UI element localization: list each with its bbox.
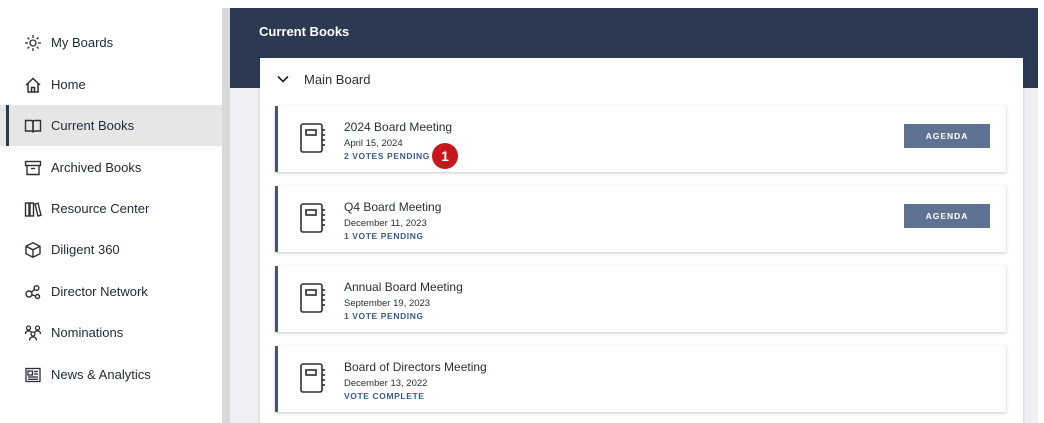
sidebar-item-home[interactable]: Home: [0, 64, 222, 105]
people-icon: [24, 324, 42, 342]
sidebar-item-nominations[interactable]: Nominations: [0, 312, 222, 353]
sidebar-item-director-network[interactable]: Director Network: [0, 271, 222, 312]
sidebar-item-news-analytics[interactable]: News & Analytics: [0, 354, 222, 395]
cube-icon: [24, 241, 42, 259]
sidebar-item-label: Director Network: [51, 284, 148, 299]
book-date: September 19, 2023: [344, 298, 431, 309]
book-title: Annual Board Meeting: [344, 280, 463, 294]
sidebar-item-my-boards[interactable]: My Boards: [0, 22, 222, 63]
callout-badge: 1: [432, 143, 458, 169]
book-title: Q4 Board Meeting: [344, 200, 442, 214]
book-open-icon: [24, 117, 42, 135]
home-icon: [24, 76, 42, 94]
notebook-icon: [299, 202, 327, 234]
notebook-icon: [299, 122, 327, 154]
book-card[interactable]: Annual Board Meeting September 19, 2023 …: [275, 266, 1006, 332]
sidebar-divider: [222, 8, 230, 423]
sidebar-item-label: Archived Books: [51, 160, 142, 175]
vote-status[interactable]: 2 VOTES PENDING: [344, 151, 430, 161]
vote-status[interactable]: 1 VOTE PENDING: [344, 231, 424, 241]
board-panel: Main Board 2024 Board Meeting April 15, …: [260, 58, 1023, 423]
my-boards-icon: [24, 34, 42, 52]
agenda-button[interactable]: AGENDA: [904, 204, 990, 228]
vote-status[interactable]: 1 VOTE PENDING: [344, 311, 424, 321]
sidebar: My Boards Home Current Books Archived Bo…: [0, 0, 222, 423]
book-card[interactable]: 2024 Board Meeting April 15, 2024 2 VOTE…: [275, 106, 1006, 172]
notebook-icon: [299, 282, 327, 314]
vote-status[interactable]: VOTE COMPLETE: [344, 391, 425, 401]
newspaper-icon: [24, 366, 42, 384]
sidebar-item-current-books[interactable]: Current Books: [0, 105, 222, 146]
book-date: April 15, 2024: [344, 138, 403, 149]
sidebar-item-label: My Boards: [51, 35, 114, 50]
library-icon: [24, 200, 42, 218]
sidebar-item-resource-center[interactable]: Resource Center: [0, 188, 222, 229]
archive-icon: [24, 159, 42, 177]
agenda-button[interactable]: AGENDA: [904, 124, 990, 148]
book-title: 2024 Board Meeting: [344, 120, 453, 134]
notebook-icon: [299, 362, 327, 394]
book-title: Board of Directors Meeting: [344, 360, 487, 374]
sidebar-item-label: Current Books: [51, 118, 135, 133]
sidebar-item-label: Diligent 360: [51, 242, 120, 257]
book-card[interactable]: Q4 Board Meeting December 11, 2023 1 VOT…: [275, 186, 1006, 252]
sidebar-item-label: Resource Center: [51, 201, 150, 216]
book-date: December 11, 2023: [344, 218, 427, 229]
group-header-main-board[interactable]: Main Board: [260, 58, 1023, 100]
sidebar-item-label: Home: [51, 77, 86, 92]
sidebar-item-label: Nominations: [51, 325, 124, 340]
group-title: Main Board: [304, 71, 371, 87]
chevron-down-icon[interactable]: [276, 72, 290, 86]
sidebar-item-archived-books[interactable]: Archived Books: [0, 147, 222, 188]
sidebar-item-diligent-360[interactable]: Diligent 360: [0, 229, 222, 270]
book-card[interactable]: Board of Directors Meeting December 13, …: [275, 346, 1006, 412]
page-title: Current Books: [259, 24, 350, 39]
sidebar-item-label: News & Analytics: [51, 367, 151, 382]
book-date: December 13, 2022: [344, 378, 428, 389]
network-icon: [24, 283, 42, 301]
main-content: Current Books Main Board 2024 Board Meet…: [230, 8, 1038, 423]
